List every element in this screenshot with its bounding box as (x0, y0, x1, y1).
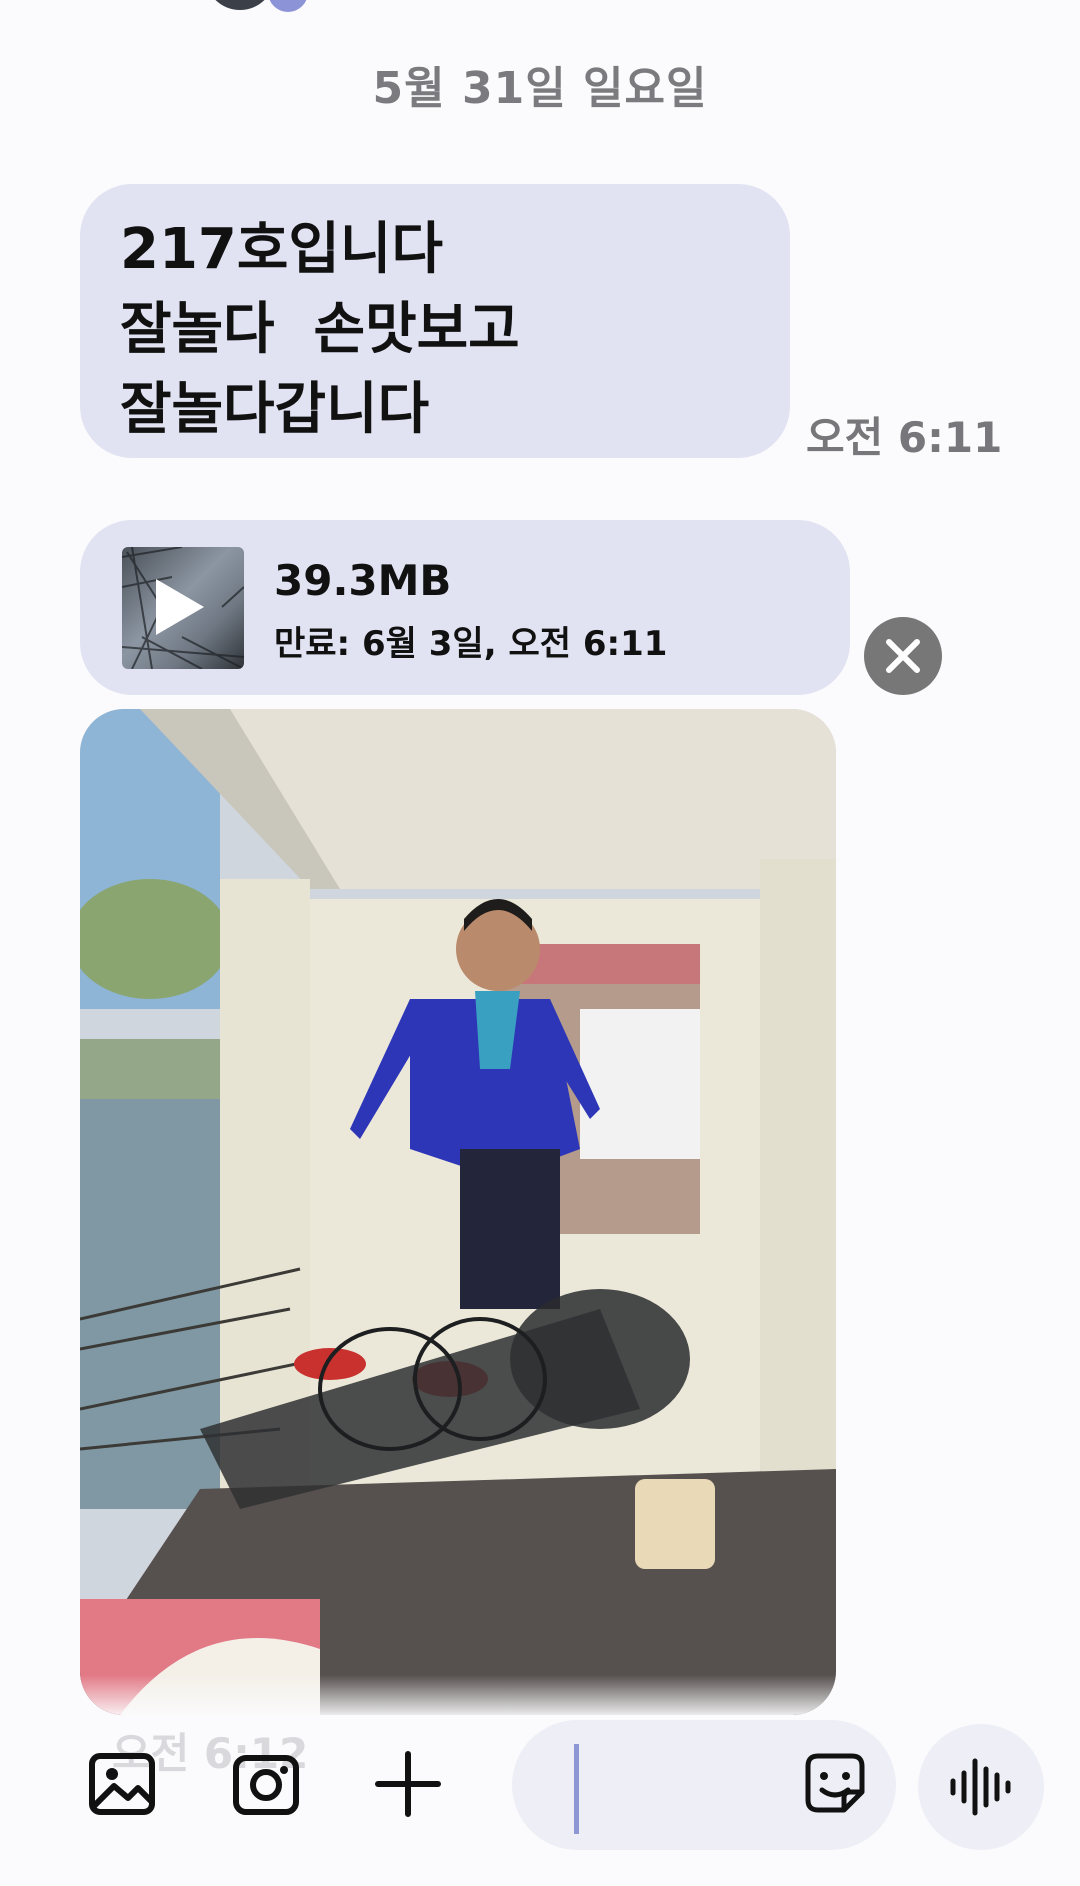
fishing-photo (80, 709, 836, 1715)
cancel-download-button[interactable] (864, 617, 942, 695)
sticker-icon[interactable] (802, 1750, 868, 1816)
video-message-bubble[interactable]: 39.3MB 만료: 6월 3일, 오전 6:11 (80, 520, 850, 695)
plus-icon[interactable] (370, 1746, 446, 1822)
contact-avatar[interactable] (205, 0, 275, 10)
video-thumbnail[interactable] (122, 547, 244, 669)
message-time: 오전 6:11 (806, 413, 1003, 462)
voice-wave-icon (950, 1758, 1011, 1816)
avatar-badge (268, 0, 308, 12)
video-expiry: 만료: 6월 3일, 오전 6:11 (274, 624, 668, 664)
message-line: 잘놀다 손맛보고 (120, 297, 520, 362)
message-line: 잘놀다갑니다 (120, 377, 430, 442)
gallery-icon[interactable] (84, 1746, 160, 1822)
play-icon (156, 579, 204, 635)
voice-record-button[interactable] (918, 1724, 1044, 1850)
text-message-bubble[interactable]: 217호입니다 잘놀다 손맛보고 잘놀다갑니다 (80, 184, 790, 458)
date-separator: 5월 31일 일요일 (372, 63, 708, 114)
photo-fade (80, 1675, 836, 1715)
camera-icon[interactable] (228, 1746, 304, 1822)
message-line: 217호입니다 (120, 217, 443, 282)
text-caret (574, 1744, 579, 1834)
photo-message[interactable] (80, 709, 836, 1715)
chat-screen: 5월 31일 일요일 217호입니다 잘놀다 손맛보고 잘놀다갑니다 오전 6:… (0, 0, 1080, 1886)
video-size: 39.3MB (274, 556, 452, 605)
message-input[interactable] (512, 1720, 896, 1850)
close-icon (886, 639, 920, 673)
